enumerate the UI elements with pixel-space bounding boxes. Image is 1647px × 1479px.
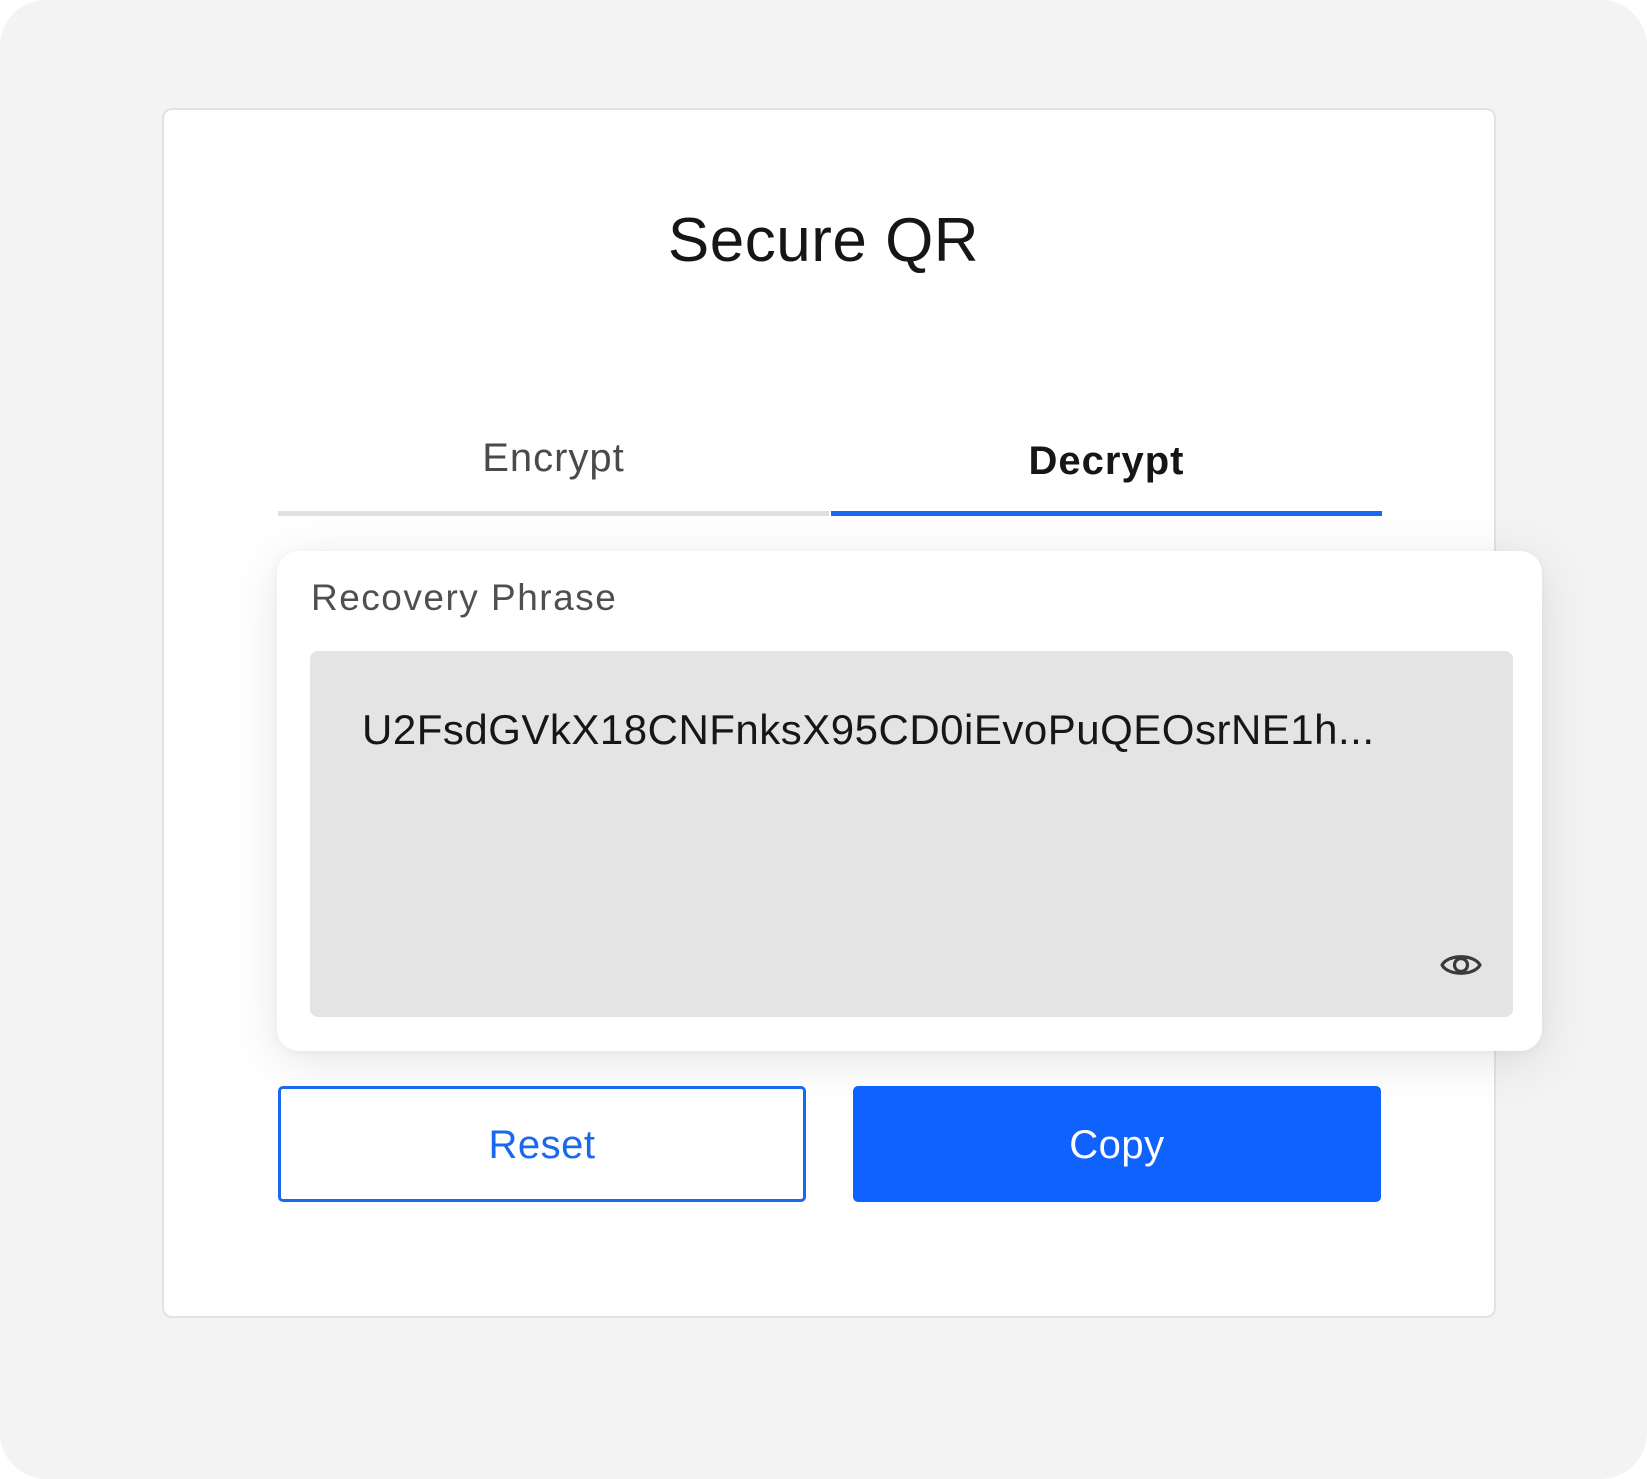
mode-tabs: Encrypt Decrypt (278, 420, 1382, 516)
copy-button[interactable]: Copy (853, 1086, 1381, 1202)
recovery-phrase-field[interactable]: U2FsdGVkX18CNFnksX95CD0iEvoPuQEOsrNE1h..… (310, 651, 1513, 1017)
eye-icon-graphic (1440, 955, 1482, 975)
tab-encrypt-underline (278, 511, 829, 516)
recovery-phrase-label: Recovery Phrase (311, 577, 618, 618)
tab-decrypt-label: Decrypt (1028, 439, 1185, 483)
tab-decrypt[interactable]: Decrypt (831, 420, 1382, 516)
eye-icon[interactable] (1439, 943, 1483, 987)
tab-encrypt[interactable]: Encrypt (278, 420, 829, 516)
tab-decrypt-active-indicator (831, 511, 1382, 516)
recovery-phrase-panel: Recovery Phrase U2FsdGVkX18CNFnksX95CD0i… (277, 551, 1542, 1051)
tab-encrypt-label: Encrypt (482, 436, 625, 480)
page-title: Secure QR (667, 206, 980, 275)
recovery-phrase-value: U2FsdGVkX18CNFnksX95CD0iEvoPuQEOsrNE1h..… (362, 706, 1375, 753)
reset-button[interactable]: Reset (278, 1086, 806, 1202)
